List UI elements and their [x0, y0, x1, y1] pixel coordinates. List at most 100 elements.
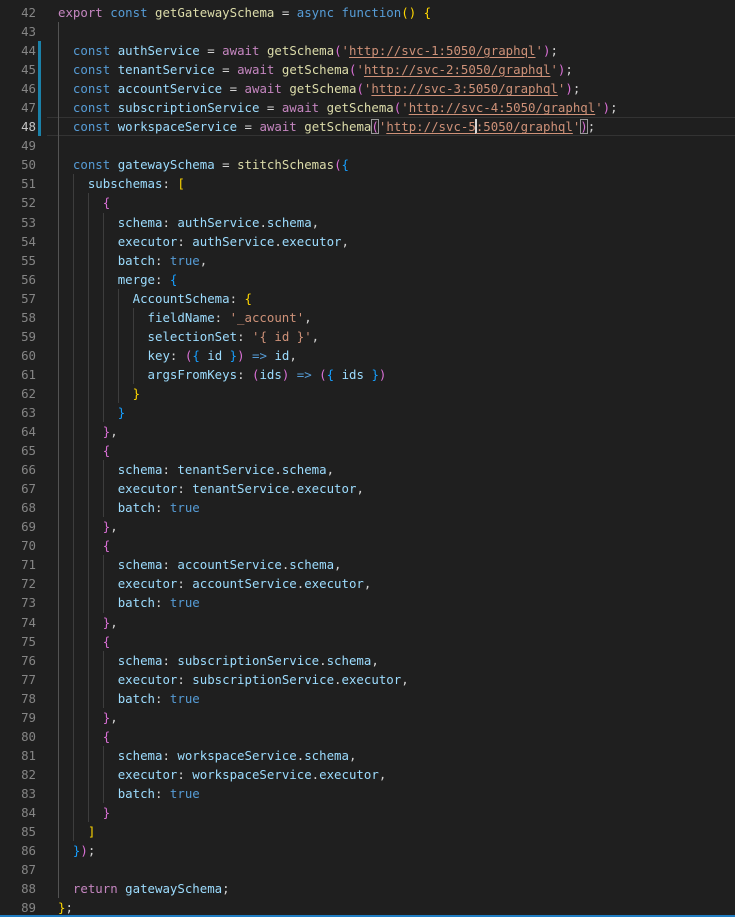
token: ,: [110, 615, 117, 630]
code-line[interactable]: 47 const subscriptionService = await get…: [0, 98, 735, 117]
code-line[interactable]: 65 {: [0, 441, 735, 460]
token: getSchema: [304, 119, 371, 134]
code-line[interactable]: 77 executor: subscriptionService.executo…: [0, 670, 735, 689]
code-line[interactable]: 52 {: [0, 193, 735, 212]
code-line[interactable]: 85 ]: [0, 822, 735, 841]
token: subscriptionService: [177, 653, 319, 668]
indent-guide: [58, 574, 59, 593]
code-line[interactable]: 87: [0, 860, 735, 879]
code-line[interactable]: 46 const accountService = await getSchem…: [0, 79, 735, 98]
token: ;: [610, 100, 617, 115]
indent-guide: [73, 555, 74, 574]
indent-guide: [58, 403, 59, 422]
code-line[interactable]: 51 subschemas: [: [0, 174, 735, 193]
code-line[interactable]: 71 schema: accountService.schema,: [0, 555, 735, 574]
code-line[interactable]: 43: [0, 22, 735, 41]
indent-guide: [73, 765, 74, 784]
code-line[interactable]: 76 schema: subscriptionService.schema,: [0, 651, 735, 670]
line-number: 79: [0, 708, 36, 727]
code-text: executor: subscriptionService.executor,: [58, 670, 735, 689]
code-line[interactable]: 82 executor: workspaceService.executor,: [0, 765, 735, 784]
line-number: 66: [0, 460, 36, 479]
gutter-spacer: [38, 22, 41, 41]
code-line[interactable]: 56 merge: {: [0, 270, 735, 289]
indent-guide: [88, 536, 89, 555]
token: ids: [342, 367, 364, 382]
code-line[interactable]: 70 {: [0, 536, 735, 555]
token: ;: [550, 43, 557, 58]
code-text: merge: {: [58, 270, 735, 289]
code-line[interactable]: 58 fieldName: '_account',: [0, 308, 735, 327]
token: [259, 43, 266, 58]
indent-guide: [58, 613, 59, 632]
code-line[interactable]: 54 executor: authService.executor,: [0, 232, 735, 251]
code-line[interactable]: 75 {: [0, 632, 735, 651]
code-line[interactable]: 69 },: [0, 517, 735, 536]
line-number: 58: [0, 308, 36, 327]
code-line[interactable]: 88 return gatewaySchema;: [0, 879, 735, 898]
code-editor[interactable]: 42export const getGatewaySchema = async …: [0, 0, 735, 917]
code-text: selectionSet: '{ id }',: [58, 327, 735, 346]
code-line[interactable]: 50 const gatewaySchema = stitchSchemas({: [0, 155, 735, 174]
code-text: schema: workspaceService.schema,: [58, 746, 735, 765]
token: [58, 81, 73, 96]
token: }: [230, 348, 237, 363]
code-text: [58, 860, 735, 879]
code-line[interactable]: 79 },: [0, 708, 735, 727]
code-line[interactable]: 49: [0, 136, 735, 155]
indent-guide: [58, 460, 59, 479]
indent-guide: [73, 365, 74, 384]
token: executor: [304, 576, 364, 591]
code-line[interactable]: 53 schema: authService.schema,: [0, 213, 735, 232]
token: :5050/graphql: [476, 119, 573, 134]
indent-guide: [58, 841, 59, 860]
code-line[interactable]: 42export const getGatewaySchema = async …: [0, 3, 735, 22]
line-number: 76: [0, 651, 36, 670]
code-line[interactable]: 61 argsFromKeys: (ids) => ({ ids }): [0, 365, 735, 384]
code-line[interactable]: 84 }: [0, 803, 735, 822]
token: [274, 62, 281, 77]
code-line[interactable]: 44 const authService = await getSchema('…: [0, 41, 735, 60]
code-line[interactable]: 57 AccountSchema: {: [0, 289, 735, 308]
indent-guide: [88, 765, 89, 784]
token: key: [148, 348, 170, 363]
token: [416, 5, 423, 20]
token: }: [133, 386, 140, 401]
token: =: [200, 43, 222, 58]
code-line[interactable]: 81 schema: workspaceService.schema,: [0, 746, 735, 765]
token: http://svc-2:5050/graphql: [364, 62, 551, 77]
token: schema: [118, 748, 163, 763]
code-line[interactable]: 74 },: [0, 613, 735, 632]
code-line[interactable]: 86 });: [0, 841, 735, 860]
code-line[interactable]: 64 },: [0, 422, 735, 441]
token: {: [103, 443, 110, 458]
code-line[interactable]: 60 key: ({ id }) => id,: [0, 346, 735, 365]
indent-guide: [58, 689, 59, 708]
code-line[interactable]: 59 selectionSet: '{ id }',: [0, 327, 735, 346]
token: ': [550, 62, 557, 77]
token: ,: [371, 653, 378, 668]
code-area[interactable]: 42export const getGatewaySchema = async …: [0, 3, 735, 917]
code-text: schema: subscriptionService.schema,: [58, 651, 735, 670]
code-line[interactable]: 80 {: [0, 727, 735, 746]
code-line[interactable]: 68 batch: true: [0, 498, 735, 517]
code-line[interactable]: 63 }: [0, 403, 735, 422]
line-number: 88: [0, 879, 36, 898]
indent-guide: [73, 708, 74, 727]
gutter-spacer: [38, 422, 41, 441]
token: id: [207, 348, 222, 363]
token: :: [162, 748, 177, 763]
token: tenantService: [192, 481, 289, 496]
code-line[interactable]: 83 batch: true: [0, 784, 735, 803]
code-line[interactable]: 73 batch: true: [0, 593, 735, 612]
code-line[interactable]: 72 executor: accountService.executor,: [0, 574, 735, 593]
code-line[interactable]: 62 }: [0, 384, 735, 403]
indent-guide: [73, 346, 74, 365]
code-line[interactable]: 78 batch: true: [0, 689, 735, 708]
indent-guide: [58, 270, 59, 289]
code-line[interactable]: 45 const tenantService = await getSchema…: [0, 60, 735, 79]
code-line[interactable]: 67 executor: tenantService.executor,: [0, 479, 735, 498]
code-line[interactable]: 55 batch: true,: [0, 251, 735, 270]
code-line-current[interactable]: 48 const workspaceService = await getSch…: [0, 117, 735, 136]
code-line[interactable]: 66 schema: tenantService.schema,: [0, 460, 735, 479]
